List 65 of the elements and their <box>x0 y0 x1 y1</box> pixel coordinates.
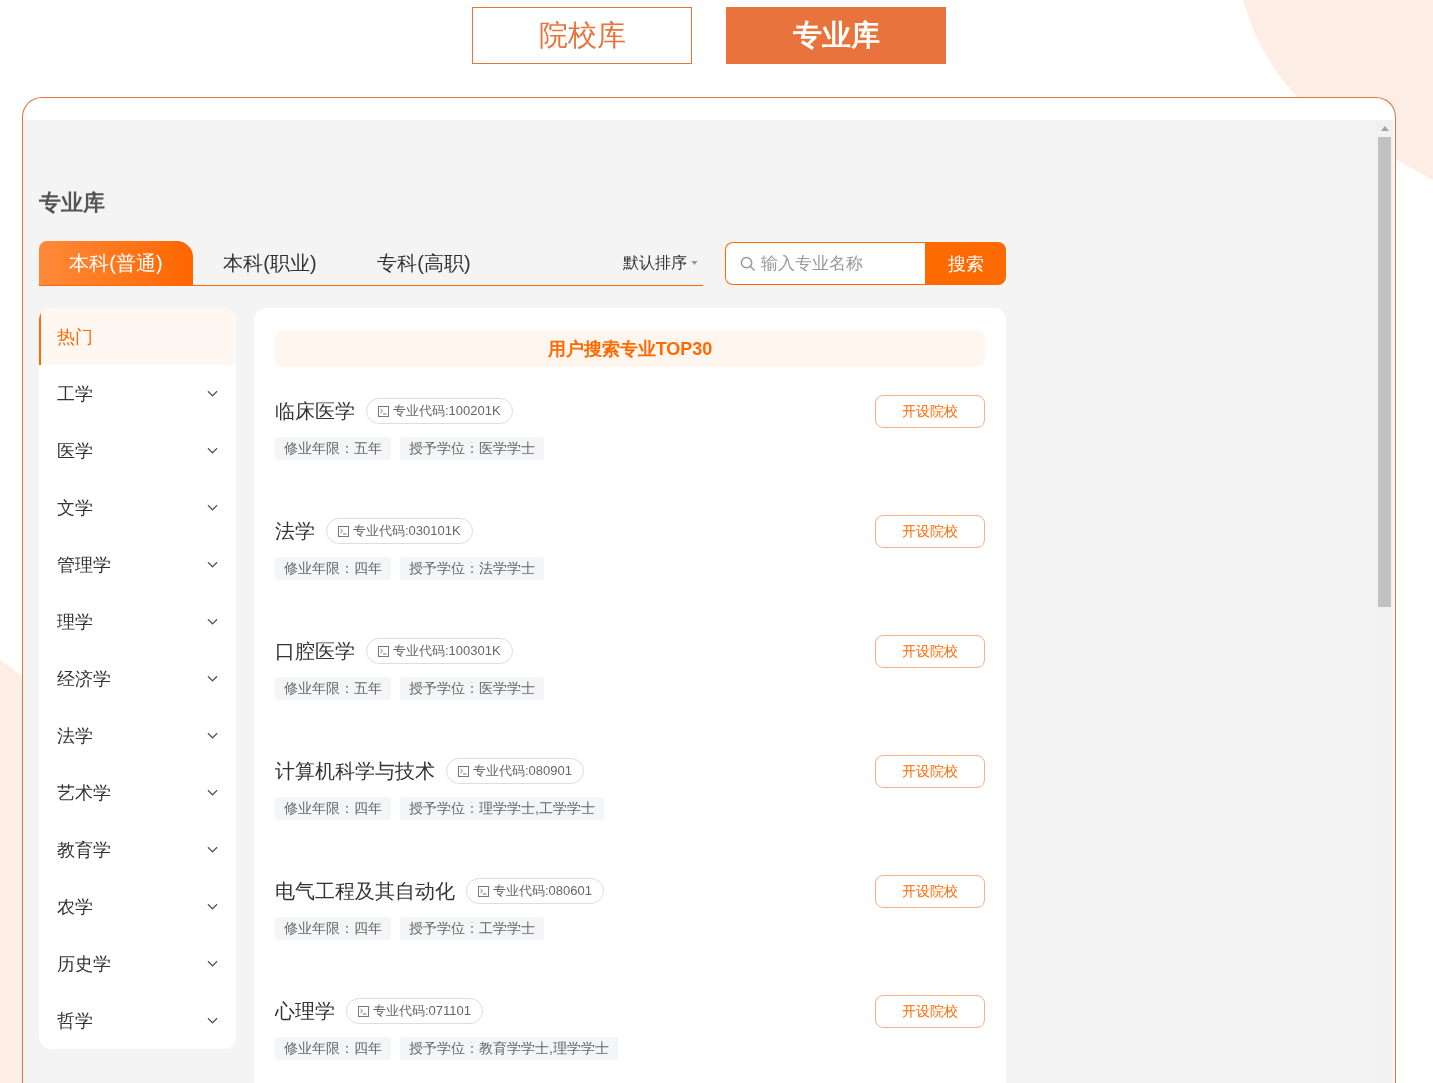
level-tab[interactable]: 专科(高职) <box>347 241 501 285</box>
list-heading: 用户搜索专业TOP30 <box>275 330 985 367</box>
chevron-down-icon <box>207 903 218 910</box>
major-name: 口腔医学 <box>275 638 355 664</box>
degree-tag: 授予学位：工学学士 <box>400 917 544 940</box>
chevron-down-icon <box>207 732 218 739</box>
major-code: 专业代码:100201K <box>393 402 501 420</box>
chevron-down-icon <box>207 789 218 796</box>
terminal-icon <box>458 765 469 777</box>
chevron-down-icon <box>207 504 218 511</box>
chevron-down-icon <box>207 447 218 454</box>
major-code: 专业代码:071101 <box>373 1002 472 1020</box>
major-code: 专业代码:080901 <box>473 762 572 780</box>
sort-dropdown[interactable]: 默认排序 <box>623 241 698 285</box>
major-name: 法学 <box>275 518 315 544</box>
duration-tag: 修业年限：五年 <box>275 677 391 700</box>
search-icon <box>740 256 755 271</box>
chevron-down-icon <box>207 390 218 397</box>
major-code: 专业代码:030101K <box>353 522 461 540</box>
terminal-icon <box>338 525 349 537</box>
category-item[interactable]: 哲学 <box>39 992 236 1049</box>
terminal-icon <box>358 1005 369 1017</box>
category-item[interactable]: 医学 <box>39 422 236 479</box>
scroll-up-icon[interactable] <box>1380 126 1389 131</box>
major-code: 专业代码:100301K <box>393 642 501 660</box>
category-item[interactable]: 教育学 <box>39 821 236 878</box>
category-item[interactable]: 管理学 <box>39 536 236 593</box>
caret-icon <box>691 261 698 265</box>
category-item[interactable]: 艺术学 <box>39 764 236 821</box>
category-item[interactable]: 文学 <box>39 479 236 536</box>
terminal-icon <box>378 645 389 657</box>
scrollbar-thumb[interactable] <box>1378 137 1391 607</box>
major-name: 计算机科学与技术 <box>275 758 435 784</box>
duration-tag: 修业年限：四年 <box>275 1037 391 1060</box>
category-item[interactable]: 法学 <box>39 707 236 764</box>
degree-tag: 授予学位：理学学士,工学学士 <box>400 797 604 820</box>
section-title: 专业库 <box>39 189 105 217</box>
duration-tag: 修业年限：四年 <box>275 557 391 580</box>
major-name: 心理学 <box>275 998 335 1024</box>
scrollbar-track[interactable] <box>1376 120 1393 1083</box>
duration-tag: 修业年限：四年 <box>275 917 391 940</box>
category-item[interactable]: 理学 <box>39 593 236 650</box>
chevron-down-icon <box>207 960 218 967</box>
chevron-down-icon <box>207 846 218 853</box>
degree-tag: 授予学位：医学学士 <box>400 437 544 460</box>
chevron-down-icon <box>207 675 218 682</box>
major-name: 临床医学 <box>275 398 355 424</box>
category-item[interactable]: 历史学 <box>39 935 236 992</box>
terminal-icon <box>378 405 389 417</box>
search-field[interactable]: 输入专业名称 <box>725 242 925 285</box>
chevron-down-icon <box>207 618 218 625</box>
category-item[interactable]: 工学 <box>39 365 236 422</box>
category-item[interactable]: 农学 <box>39 878 236 935</box>
degree-tag: 授予学位：法学学士 <box>400 557 544 580</box>
duration-tag: 修业年限：四年 <box>275 797 391 820</box>
level-tab[interactable]: 本科(职业) <box>193 241 347 285</box>
category-item[interactable]: 经济学 <box>39 650 236 707</box>
chevron-down-icon <box>207 561 218 568</box>
terminal-icon <box>478 885 489 897</box>
degree-tag: 授予学位：教育学学士,理学学士 <box>400 1037 618 1060</box>
chevron-down-icon <box>207 1017 218 1024</box>
degree-tag: 授予学位：医学学士 <box>400 677 544 700</box>
duration-tag: 修业年限：五年 <box>275 437 391 460</box>
major-code: 专业代码:080601 <box>493 882 592 900</box>
major-name: 电气工程及其自动化 <box>275 878 455 904</box>
